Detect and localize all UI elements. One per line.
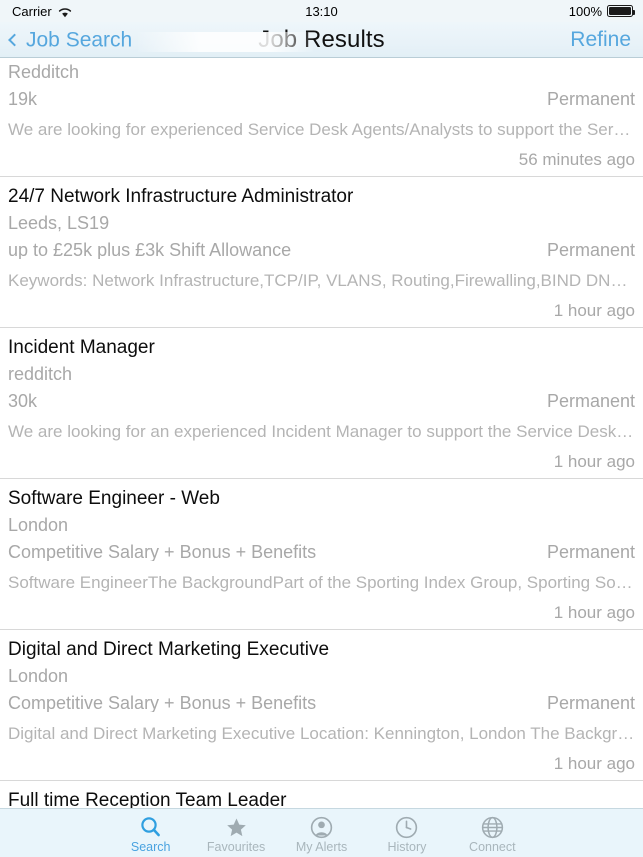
app-screen: Carrier 13:10 100% Job Search Job Result… <box>0 0 643 857</box>
star-icon <box>225 816 248 839</box>
job-title: Software Engineer - Web <box>8 488 220 509</box>
job-posted-age: 1 hour ago <box>553 301 635 320</box>
job-location: London <box>8 666 69 686</box>
job-description: Keywords: Network Infrastructure,TCP/IP,… <box>8 271 635 290</box>
job-contract-type: Permanent <box>546 89 635 109</box>
job-salary-type-row: up to £25k plus £3k Shift Allowance Perm… <box>8 235 635 262</box>
tab-connect[interactable]: Connect <box>450 809 535 857</box>
job-salary-type-row: Competitive Salary + Bonus + Benefits Pe… <box>8 688 635 715</box>
job-list-item[interactable]: Full time Reception Team Leader Soho £22… <box>0 781 643 808</box>
job-list-item[interactable]: Software Engineer - Web London Competiti… <box>0 479 643 630</box>
status-bar-time: 13:10 <box>305 3 338 19</box>
job-list-item[interactable]: Digital and Direct Marketing Executive L… <box>0 630 643 781</box>
status-bar-right: 100% <box>568 3 635 19</box>
tab-bar: Search Favourites My Alerts History Conn… <box>0 808 643 857</box>
job-location: redditch <box>8 364 73 384</box>
job-location: Redditch <box>8 62 80 82</box>
job-posted-age: 1 hour ago <box>553 754 635 773</box>
job-salary-type-row: 30k Permanent <box>8 386 635 413</box>
page-title: Job Results <box>258 25 385 53</box>
job-description: We are looking for an experienced Incide… <box>8 422 635 441</box>
job-title: 24/7 Network Infrastructure Administrato… <box>8 186 354 207</box>
tab-history[interactable]: History <box>364 809 449 857</box>
tab-search-label: Search <box>130 839 171 854</box>
job-contract-type: Permanent <box>546 542 635 562</box>
tab-search[interactable]: Search <box>108 809 193 857</box>
globe-icon <box>481 816 504 839</box>
job-salary: 19k <box>8 90 38 108</box>
job-location: London <box>8 515 69 535</box>
job-description: Digital and Direct Marketing Executive L… <box>8 724 635 743</box>
job-location: Leeds, LS19 <box>8 213 110 233</box>
job-results-list[interactable]: Redditch 19k Permanent We are looking fo… <box>0 58 643 808</box>
job-contract-type: Permanent <box>546 693 635 713</box>
tabbar-right-spacer <box>535 809 643 857</box>
clock-icon <box>395 816 418 839</box>
job-title: Digital and Direct Marketing Executive <box>8 639 330 660</box>
tab-favourites[interactable]: Favourites <box>193 809 278 857</box>
tab-connect-label: Connect <box>469 839 516 854</box>
search-icon <box>139 816 162 839</box>
person-icon <box>310 816 333 839</box>
job-posted-age: 1 hour ago <box>553 603 635 622</box>
job-posted-age: 1 hour ago <box>553 452 635 471</box>
battery-percent-label: 100% <box>568 3 602 19</box>
job-title: Incident Manager <box>8 337 155 358</box>
navigation-bar: Job Search Job Results Refine <box>0 22 643 58</box>
job-description: Software EngineerThe BackgroundPart of t… <box>8 573 635 592</box>
refine-button[interactable]: Refine <box>570 28 631 52</box>
job-contract-type: Permanent <box>546 391 635 411</box>
job-salary: Competitive Salary + Bonus + Benefits <box>8 543 317 561</box>
job-contract-type: Permanent <box>546 240 635 260</box>
job-salary: 30k <box>8 392 38 410</box>
job-title: Full time Reception Team Leader <box>8 790 287 808</box>
job-salary-type-row: 19k Permanent <box>8 84 635 111</box>
tab-history-label: History <box>387 839 427 854</box>
tab-my-alerts[interactable]: My Alerts <box>279 809 364 857</box>
job-salary: up to £25k plus £3k Shift Allowance <box>8 241 292 259</box>
job-salary-type-row: Competitive Salary + Bonus + Benefits Pe… <box>8 537 635 564</box>
status-bar: Carrier 13:10 100% <box>0 0 643 22</box>
job-salary: Competitive Salary + Bonus + Benefits <box>8 694 317 712</box>
tab-my-alerts-label: My Alerts <box>295 839 348 854</box>
job-list-item[interactable]: Redditch 19k Permanent We are looking fo… <box>0 58 643 177</box>
tab-favourites-label: Favourites <box>206 839 266 854</box>
battery-full-icon <box>607 5 635 17</box>
job-list-item[interactable]: 24/7 Network Infrastructure Administrato… <box>0 177 643 328</box>
job-description: We are looking for experienced Service D… <box>8 120 635 139</box>
job-list-item[interactable]: Incident Manager redditch 30k Permanent … <box>0 328 643 479</box>
tabbar-left-spacer <box>0 809 108 857</box>
job-posted-age: 56 minutes ago <box>518 150 635 169</box>
